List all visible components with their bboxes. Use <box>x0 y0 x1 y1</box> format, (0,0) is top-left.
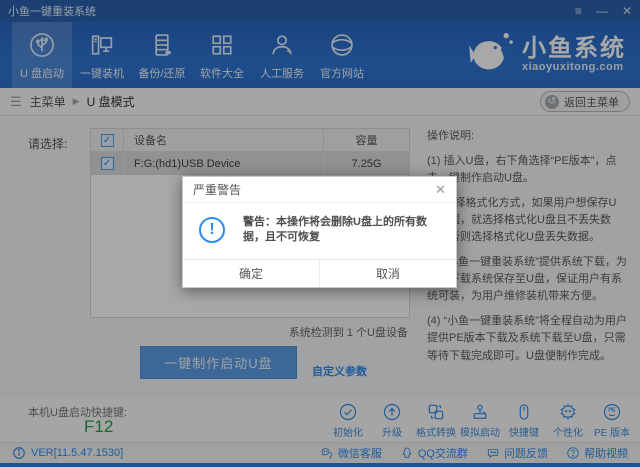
warning-icon: ! <box>199 217 225 243</box>
warning-dialog: 严重警告 ✕ ! 警告：本操作将会删除U盘上的所有数据，且不可恢复 确定 取消 <box>182 176 457 288</box>
dialog-message: 警告：本操作将会删除U盘上的所有数据，且不可恢复 <box>243 215 446 246</box>
app-window: 小鱼一键重装系统 ≡ — ✕ U 盘启动一键装机备份/还原软件大全人工服务官方网… <box>0 0 640 467</box>
dialog-ok-button[interactable]: 确定 <box>183 260 320 287</box>
dialog-body: ! 警告：本操作将会删除U盘上的所有数据，且不可恢复 <box>183 203 456 246</box>
dialog-close-icon[interactable]: ✕ <box>435 182 446 198</box>
dialog-footer: 确定 取消 <box>183 259 456 287</box>
dialog-cancel-button[interactable]: 取消 <box>320 260 456 287</box>
dialog-title: 严重警告 <box>193 181 241 198</box>
dialog-titlebar: 严重警告 ✕ <box>183 177 456 203</box>
